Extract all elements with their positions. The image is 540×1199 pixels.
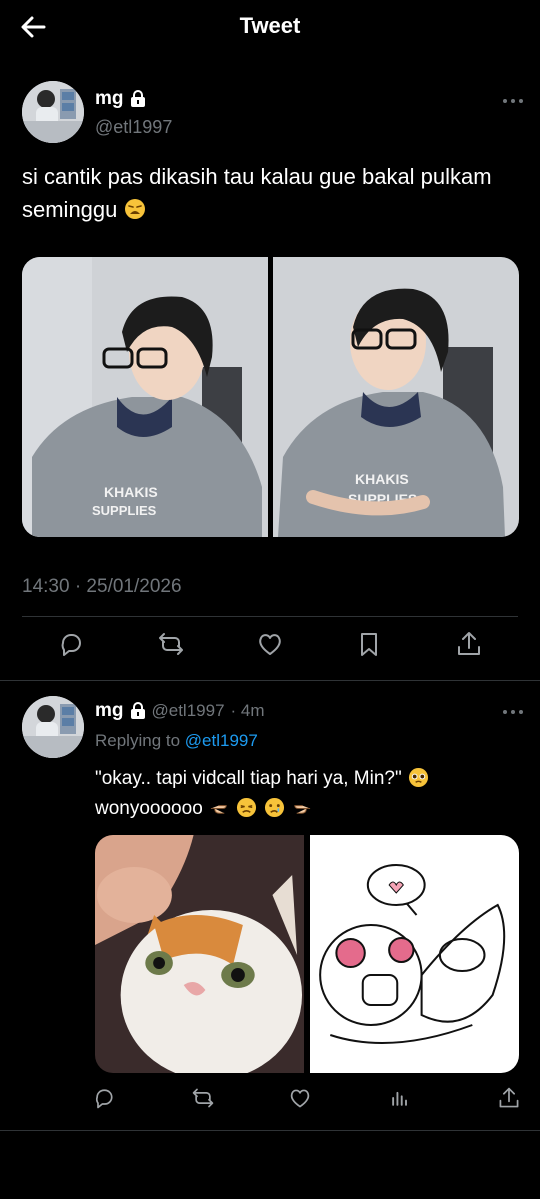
reply-author-handle: @etl1997 xyxy=(151,701,225,720)
reply-avatar[interactable] xyxy=(22,696,84,758)
reply-text: "okay.. tapi vidcall tiap hari ya, Min?"… xyxy=(95,764,525,824)
replying-to-handle[interactable]: @etl1997 xyxy=(185,731,258,750)
lock-icon xyxy=(130,702,146,720)
author-row: mg xyxy=(95,88,146,110)
page-title: Tweet xyxy=(239,13,301,38)
reply-author-row: mg @etl1997 · 4m xyxy=(95,700,265,722)
divider xyxy=(22,616,518,617)
author-name[interactable]: mg xyxy=(95,88,124,110)
reply-text-line2: wonyoooooo xyxy=(95,798,203,819)
retweet-icon[interactable] xyxy=(191,1086,215,1110)
reply-actions xyxy=(0,1086,540,1126)
divider xyxy=(0,1130,540,1131)
reply-icon[interactable] xyxy=(57,630,85,658)
more-options-icon[interactable] xyxy=(501,705,525,719)
weary-face-icon xyxy=(124,196,146,219)
lock-icon xyxy=(130,90,146,108)
like-heart-icon[interactable] xyxy=(256,630,284,658)
top-bar: Tweet xyxy=(0,0,540,54)
replying-to-label: Replying to xyxy=(95,731,181,750)
pleading-face-icon xyxy=(408,767,429,788)
photo-drawing[interactable] xyxy=(310,835,519,1073)
svg-text:KHAKIS: KHAKIS xyxy=(355,471,409,487)
share-icon[interactable] xyxy=(455,630,483,658)
retweet-icon[interactable] xyxy=(157,630,185,658)
tweet-text: si cantik pas dikasih tau kalau gue baka… xyxy=(22,160,522,226)
reply-text-line1: "okay.. tapi vidcall tiap hari ya, Min?" xyxy=(95,768,402,789)
divider xyxy=(0,680,540,681)
tweet-timestamp[interactable]: 14:30 · 25/01/2026 xyxy=(22,576,182,598)
more-options-icon[interactable] xyxy=(501,94,525,108)
reply-icon[interactable] xyxy=(92,1086,116,1110)
photo-cat[interactable] xyxy=(95,835,304,1073)
reply-author-name[interactable]: mg xyxy=(95,700,124,722)
persevering-face-icon xyxy=(236,797,257,818)
share-icon[interactable] xyxy=(497,1086,521,1110)
photo-right[interactable]: KHAKIS SUPPLIES xyxy=(273,257,519,537)
avatar[interactable] xyxy=(22,81,84,143)
pointing-hand-icon xyxy=(209,797,230,818)
tweet-text-content: si cantik pas dikasih tau kalau gue baka… xyxy=(22,164,492,222)
reply-time: · 4m xyxy=(230,701,265,720)
author-handle: @etl1997 xyxy=(95,117,173,137)
tweet-actions xyxy=(0,630,540,670)
photo-left[interactable]: KHAKIS SUPPLIES xyxy=(22,257,268,537)
crying-face-icon xyxy=(264,797,285,818)
like-heart-icon[interactable] xyxy=(288,1086,312,1110)
bookmark-icon[interactable] xyxy=(355,630,383,658)
reply-media[interactable] xyxy=(95,835,519,1073)
replying-to: Replying to @etl1997 xyxy=(95,731,258,751)
svg-text:KHAKIS: KHAKIS xyxy=(104,484,158,500)
analytics-icon[interactable] xyxy=(388,1086,412,1110)
tweet-media[interactable]: KHAKIS SUPPLIES KHAKIS SUPPLIES xyxy=(22,257,519,537)
svg-text:SUPPLIES: SUPPLIES xyxy=(92,503,157,518)
pointing-hand-left-icon xyxy=(291,797,312,818)
